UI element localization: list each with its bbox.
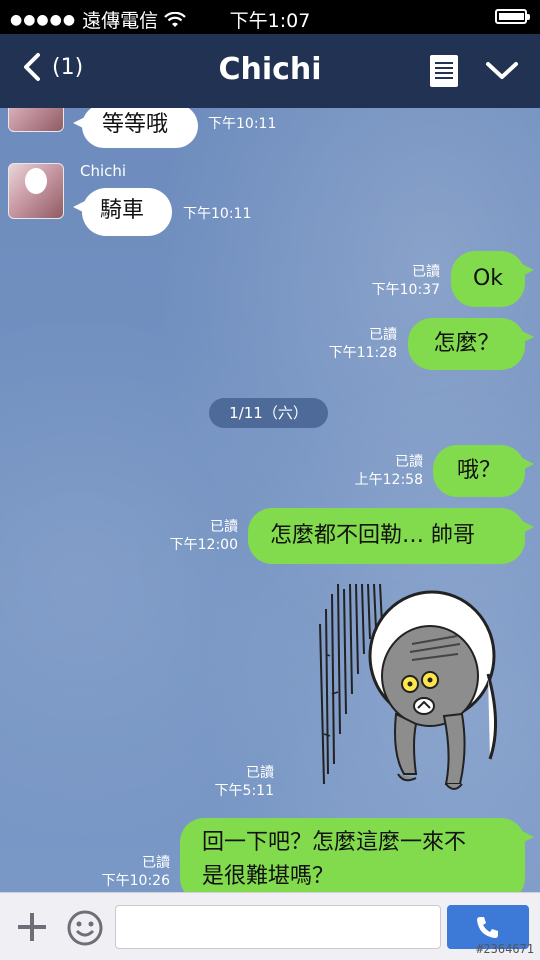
- clock: 下午1:07: [229, 10, 311, 32]
- unread-count: (1): [52, 54, 84, 80]
- avatar[interactable]: [8, 163, 64, 219]
- chevron-left-icon: [24, 53, 40, 81]
- add-attachment-button[interactable]: [16, 911, 48, 947]
- message-text: Ok: [472, 266, 504, 291]
- emoji-button[interactable]: [66, 909, 104, 951]
- read-receipt: 已讀: [246, 765, 274, 781]
- message-meta: 已讀 下午11:28: [329, 326, 397, 362]
- message-meta: 已讀 下午10:37: [372, 263, 440, 299]
- message-time: 下午11:28: [328, 345, 397, 361]
- read-receipt: 已讀: [412, 264, 440, 280]
- message-bubble-outgoing[interactable]: 哦？: [433, 445, 534, 497]
- message-time: 下午10:26: [101, 873, 170, 889]
- chevron-down-icon: [486, 62, 518, 79]
- message-text-line: 是很難堪嗎？: [202, 864, 335, 889]
- menu-toggle-button[interactable]: [485, 60, 519, 86]
- sender-name: Chichi: [80, 162, 127, 180]
- read-receipt: 已讀: [210, 519, 238, 535]
- message-bubble-incoming[interactable]: 騎車: [73, 188, 172, 236]
- message-bubble-outgoing[interactable]: Ok: [451, 251, 534, 307]
- message-bubble-outgoing[interactable]: 怎麼都不回勒… 帥哥: [248, 508, 534, 564]
- watermark: #2364671: [476, 942, 534, 956]
- message-meta: 已讀 下午5:11: [215, 764, 274, 800]
- phone-icon: [477, 917, 498, 938]
- message-time: 下午10:11: [208, 116, 277, 132]
- plus-icon: [18, 913, 46, 941]
- message-text: 哦？: [456, 458, 501, 483]
- message-time: 下午5:11: [214, 783, 274, 799]
- note-button[interactable]: [430, 55, 458, 87]
- message-meta: 已讀 下午10:26: [102, 854, 170, 890]
- message-input-bar: [0, 892, 540, 960]
- message-text-line: 回一下吧？怎麼這麼一來不: [202, 830, 467, 855]
- message-bubble-incoming[interactable]: 等等哦: [73, 108, 198, 148]
- chat-header: (1) Chichi: [0, 34, 540, 108]
- message-text: 怎麼？: [433, 331, 500, 356]
- message-text: 怎麼都不回勒… 帥哥: [270, 523, 475, 548]
- message-meta: 已讀 下午12:00: [170, 518, 238, 554]
- message-time: 下午10:11: [183, 206, 252, 222]
- date-separator: 1/11（六）: [209, 398, 328, 428]
- battery-icon: [495, 9, 530, 24]
- sad-bear-sticker[interactable]: [312, 584, 528, 814]
- message-time: 下午10:37: [371, 282, 440, 298]
- status-bar: ●●●●● 遠傳電信 下午1:07: [0, 0, 540, 34]
- avatar[interactable]: [8, 108, 64, 132]
- read-receipt: 已讀: [142, 855, 170, 871]
- read-receipt: 已讀: [369, 327, 397, 343]
- back-button[interactable]: (1): [22, 52, 83, 82]
- message-bubble-outgoing[interactable]: 怎麼？: [408, 318, 534, 370]
- message-meta: 已讀 上午12:58: [355, 453, 423, 489]
- message-time: 上午12:58: [354, 472, 423, 488]
- message-text: 等等哦: [102, 112, 169, 137]
- message-time: 下午12:00: [169, 537, 238, 553]
- chat-area[interactable]: 等等哦 下午10:11 Chichi 騎車 下午10:11 已讀 下午10:37…: [0, 108, 540, 892]
- message-text: 騎車: [100, 198, 145, 223]
- read-receipt: 已讀: [395, 454, 423, 470]
- message-bubble-outgoing[interactable]: 回一下吧？怎麼這麼一來不 是很難堪嗎？: [180, 818, 534, 892]
- emoji-icon: [67, 910, 103, 946]
- message-input[interactable]: [115, 905, 441, 949]
